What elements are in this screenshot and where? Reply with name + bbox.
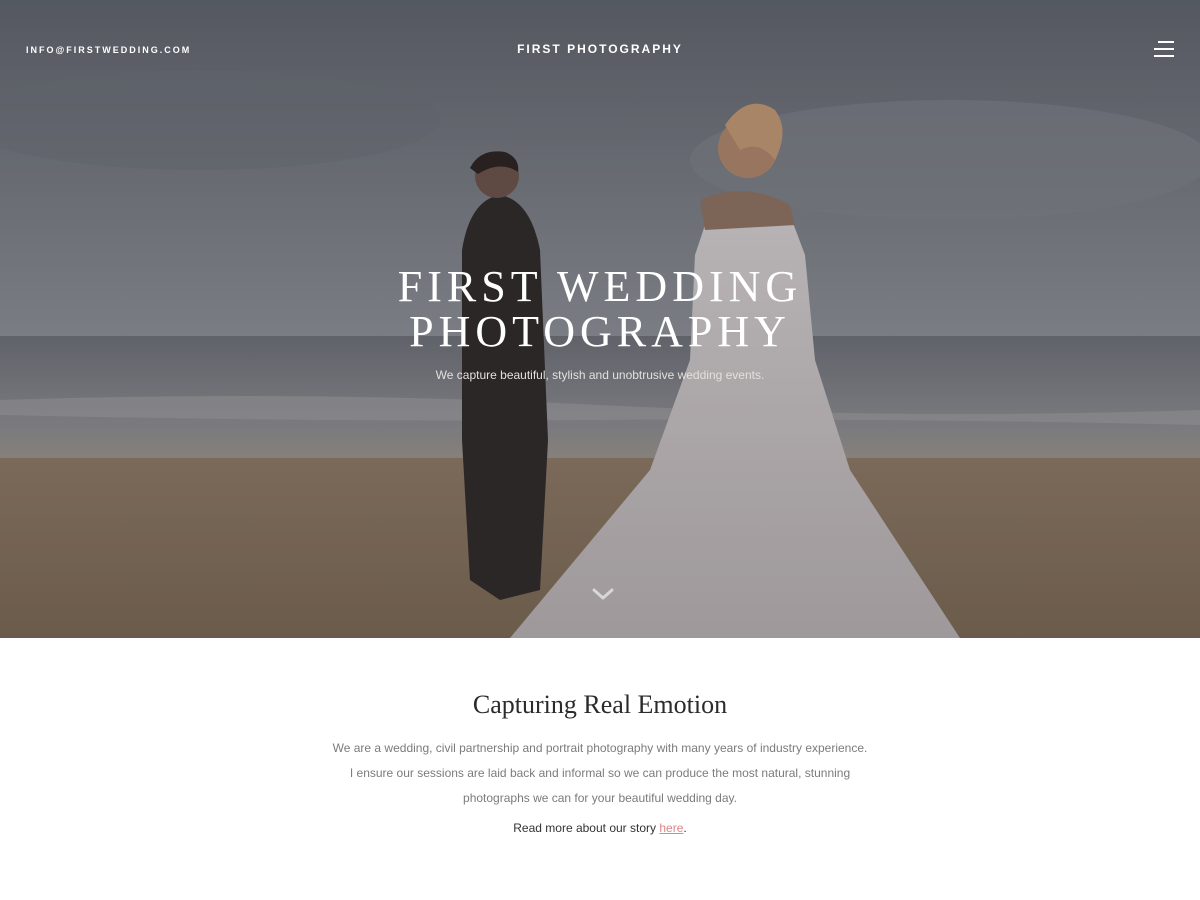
read-more-period: . bbox=[683, 821, 687, 835]
read-more-link[interactable]: here bbox=[659, 821, 683, 835]
about-line-3: photographs we can for your beautiful we… bbox=[463, 791, 737, 805]
about-description: We are a wedding, civil partnership and … bbox=[300, 736, 900, 811]
about-title: Capturing Real Emotion bbox=[472, 690, 728, 719]
menu-icon-line bbox=[1154, 55, 1174, 57]
hero-title-line-1: FIRST WEDDING bbox=[397, 262, 803, 311]
chevron-down-icon[interactable] bbox=[591, 586, 615, 602]
about-section: Capturing Real Emotion We are a wedding,… bbox=[0, 638, 1200, 900]
hero-subtitle: We capture beautiful, stylish and unobtr… bbox=[435, 368, 765, 382]
hero-section: INFO@FIRSTWEDDING.COM FIRST PHOTOGRAPHY … bbox=[0, 0, 1200, 638]
hero-title-line-2: PHOTOGRAPHY bbox=[409, 307, 791, 356]
menu-icon-line bbox=[1158, 41, 1174, 43]
hero-title: FIRST WEDDING PHOTOGRAPHY bbox=[0, 264, 1200, 354]
about-line-1: We are a wedding, civil partnership and … bbox=[332, 741, 868, 755]
about-line-2: I ensure our sessions are laid back and … bbox=[349, 766, 851, 780]
top-navigation: INFO@FIRSTWEDDING.COM FIRST PHOTOGRAPHY bbox=[0, 0, 1200, 100]
site-brand[interactable]: FIRST PHOTOGRAPHY bbox=[0, 42, 1200, 56]
menu-icon-line bbox=[1154, 48, 1174, 50]
read-more-text: Read more about our story bbox=[513, 821, 657, 835]
hamburger-menu-icon[interactable] bbox=[1154, 41, 1174, 57]
read-more-line: Read more about our story here. bbox=[0, 821, 1200, 835]
